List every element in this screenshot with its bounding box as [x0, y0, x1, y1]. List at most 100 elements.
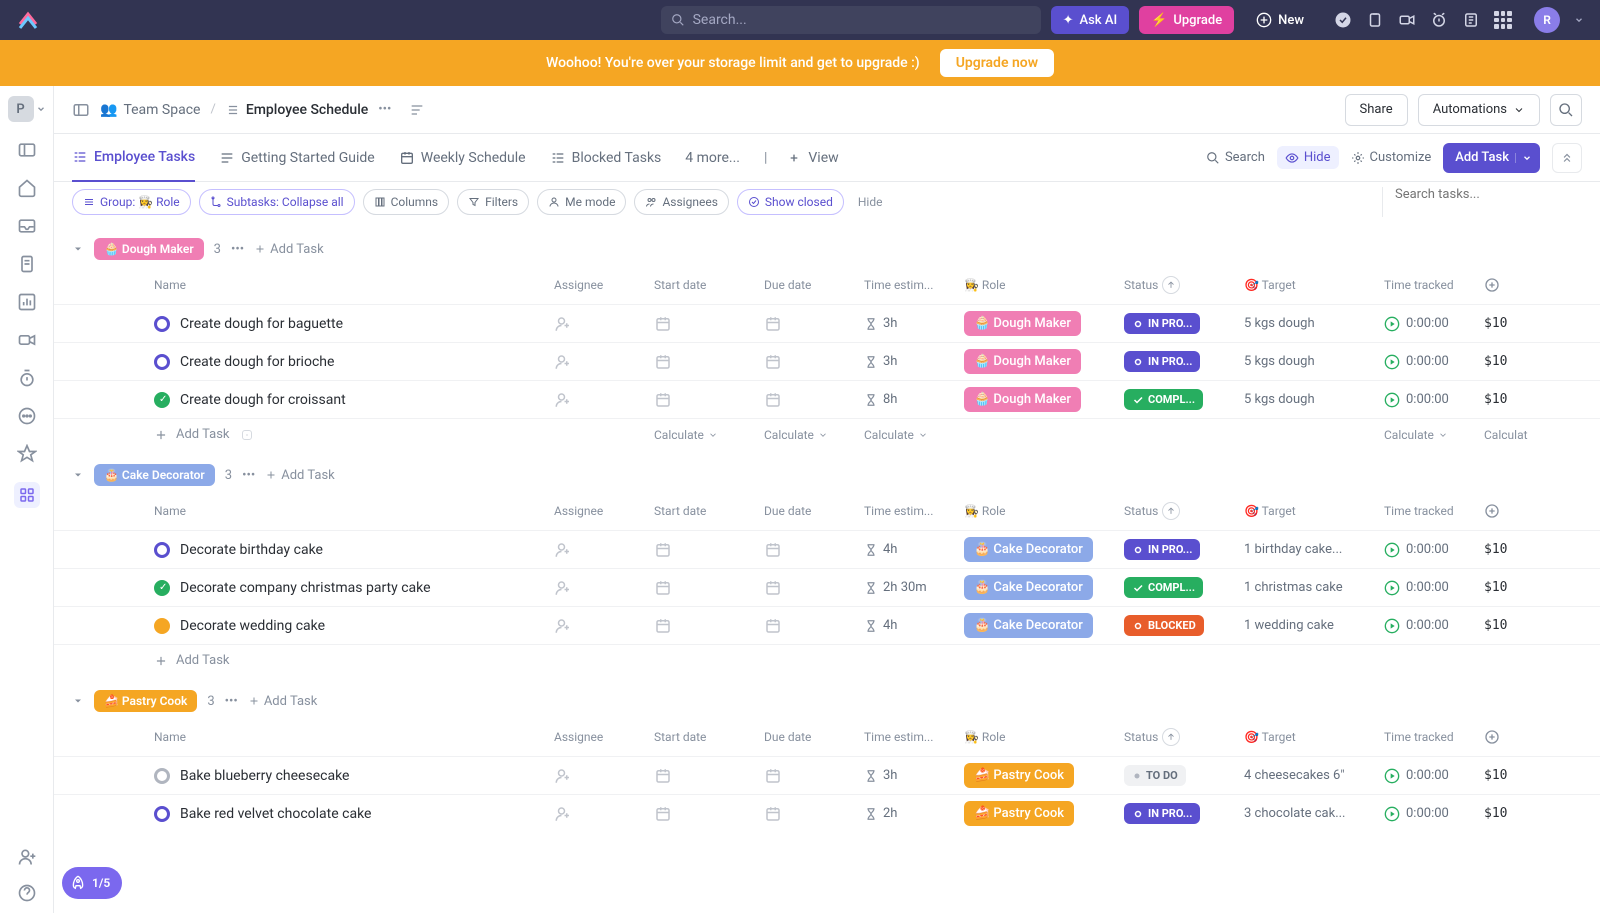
- global-search[interactable]: Search...: [661, 6, 1041, 34]
- start-date-cell[interactable]: [654, 391, 764, 409]
- sort-indicator-icon[interactable]: [1162, 276, 1180, 294]
- role-cell[interactable]: 🍰 Pastry Cook: [964, 763, 1124, 788]
- task-row[interactable]: Create dough for croissant8h🧁 Dough Make…: [54, 380, 1600, 418]
- column-header[interactable]: 👩‍🍳 Role: [964, 728, 1124, 746]
- status-pill[interactable]: IN PRO...: [1124, 313, 1200, 334]
- more-icon[interactable]: [17, 406, 37, 426]
- target-cell[interactable]: 1 wedding cake: [1244, 618, 1384, 633]
- workspace-switcher[interactable]: P: [8, 96, 46, 122]
- upgrade-button[interactable]: ⚡ Upgrade: [1139, 6, 1234, 34]
- start-date-cell[interactable]: [654, 579, 764, 597]
- add-column-button[interactable]: [1484, 728, 1544, 746]
- status-cell[interactable]: IN PRO...: [1124, 803, 1244, 824]
- task-row[interactable]: Bake blueberry cheesecake3h🍰 Pastry Cook…: [54, 756, 1600, 794]
- due-date-cell[interactable]: [764, 579, 864, 597]
- column-header[interactable]: Due date: [764, 502, 864, 520]
- cost-cell[interactable]: $10: [1484, 806, 1544, 821]
- user-avatar[interactable]: R: [1534, 7, 1560, 33]
- column-header[interactable]: Assignee: [554, 502, 654, 520]
- status-pill[interactable]: COMPL...: [1124, 389, 1203, 410]
- automations-button[interactable]: Automations: [1418, 94, 1540, 126]
- column-header[interactable]: Due date: [764, 728, 864, 746]
- video-icon[interactable]: [1398, 11, 1416, 29]
- cost-cell[interactable]: $10: [1484, 768, 1544, 783]
- time-tracked-cell[interactable]: 0:00:00: [1384, 392, 1484, 408]
- time-estimate-cell[interactable]: 4h: [864, 542, 964, 557]
- due-date-cell[interactable]: [764, 391, 864, 409]
- status-cell[interactable]: IN PRO...: [1124, 351, 1244, 372]
- role-cell[interactable]: 🎂 Cake Decorator: [964, 575, 1124, 600]
- calculate-cell[interactable]: Calculat: [1484, 428, 1544, 442]
- due-date-cell[interactable]: [764, 805, 864, 823]
- start-date-cell[interactable]: [654, 805, 764, 823]
- column-header[interactable]: Due date: [764, 276, 864, 294]
- banner-upgrade-button[interactable]: Upgrade now: [940, 49, 1054, 77]
- role-cell[interactable]: 🍰 Pastry Cook: [964, 801, 1124, 826]
- view-tab[interactable]: Employee Tasks: [72, 134, 195, 182]
- task-status-dot[interactable]: [154, 542, 170, 558]
- time-estimate-cell[interactable]: 2h: [864, 806, 964, 821]
- status-cell[interactable]: TO DO: [1124, 765, 1244, 786]
- home-icon[interactable]: [17, 178, 37, 198]
- alarm-icon[interactable]: [1430, 11, 1448, 29]
- group-add-task[interactable]: Add Task: [265, 468, 335, 483]
- new-button[interactable]: New: [1244, 6, 1316, 34]
- group-caret-icon[interactable]: [72, 243, 84, 255]
- hide-toggle[interactable]: Hide: [1277, 146, 1339, 169]
- time-estimate-cell[interactable]: 2h 30m: [864, 580, 964, 595]
- sidebar-toggle-icon[interactable]: [17, 140, 37, 160]
- collapse-all-icon[interactable]: [409, 102, 425, 118]
- column-header[interactable]: Time estim...: [864, 502, 964, 520]
- view-tab[interactable]: Blocked Tasks: [550, 134, 662, 182]
- column-header[interactable]: Status: [1124, 276, 1244, 294]
- ask-ai-button[interactable]: ✦ Ask AI: [1051, 6, 1130, 34]
- assignee-cell[interactable]: [554, 579, 654, 597]
- task-row[interactable]: Decorate company christmas party cake2h …: [54, 568, 1600, 606]
- group-badge[interactable]: 🎂 Cake Decorator: [94, 464, 215, 486]
- add-task-chevron-icon[interactable]: [1515, 153, 1532, 163]
- task-row[interactable]: Create dough for baguette3h🧁 Dough Maker…: [54, 304, 1600, 342]
- view-tab[interactable]: 4 more...: [685, 134, 740, 182]
- time-estimate-cell[interactable]: 8h: [864, 392, 964, 407]
- inbox-icon[interactable]: [17, 216, 37, 236]
- time-estimate-cell[interactable]: 3h: [864, 768, 964, 783]
- column-header[interactable]: Assignee: [554, 276, 654, 294]
- status-pill[interactable]: IN PRO...: [1124, 803, 1200, 824]
- due-date-cell[interactable]: [764, 767, 864, 785]
- collapse-sidebar-icon[interactable]: [72, 101, 90, 119]
- status-cell[interactable]: COMPL...: [1124, 389, 1244, 410]
- task-status-dot[interactable]: [154, 316, 170, 332]
- column-header[interactable]: Start date: [654, 728, 764, 746]
- apps-grid-icon[interactable]: [1494, 11, 1512, 29]
- add-task-button[interactable]: Add Task: [1443, 143, 1540, 173]
- column-header[interactable]: Status: [1124, 728, 1244, 746]
- column-header[interactable]: Assignee: [554, 728, 654, 746]
- cost-cell[interactable]: $10: [1484, 316, 1544, 331]
- docs-icon[interactable]: [17, 254, 37, 274]
- breadcrumb-more-icon[interactable]: •••: [378, 102, 391, 117]
- task-status-dot[interactable]: [154, 392, 170, 408]
- calculate-cell[interactable]: Calculate: [1384, 428, 1484, 442]
- view-tab[interactable]: Getting Started Guide: [219, 134, 375, 182]
- group-badge[interactable]: 🧁 Dough Maker: [94, 238, 204, 260]
- column-header[interactable]: Time tracked: [1384, 728, 1484, 746]
- due-date-cell[interactable]: [764, 353, 864, 371]
- onboarding-pill[interactable]: 1/5: [62, 867, 122, 899]
- column-header[interactable]: Start date: [654, 502, 764, 520]
- me-mode-chip[interactable]: Me mode: [537, 189, 626, 215]
- column-header[interactable]: 👩‍🍳 Role: [964, 502, 1124, 520]
- status-pill[interactable]: BLOCKED: [1124, 615, 1204, 636]
- role-cell[interactable]: 🧁 Dough Maker: [964, 349, 1124, 374]
- group-more-icon[interactable]: •••: [242, 468, 255, 483]
- share-button[interactable]: Share: [1345, 94, 1408, 126]
- cost-cell[interactable]: $10: [1484, 542, 1544, 557]
- group-add-task[interactable]: Add Task: [254, 242, 324, 257]
- column-header[interactable]: 👩‍🍳 Role: [964, 276, 1124, 294]
- task-row[interactable]: Decorate birthday cake4h🎂 Cake Decorator…: [54, 530, 1600, 568]
- target-cell[interactable]: 5 kgs dough: [1244, 392, 1384, 407]
- status-cell[interactable]: IN PRO...: [1124, 313, 1244, 334]
- column-header[interactable]: Name: [154, 502, 554, 520]
- cost-cell[interactable]: $10: [1484, 580, 1544, 595]
- assignee-cell[interactable]: [554, 353, 654, 371]
- sort-indicator-icon[interactable]: [1162, 728, 1180, 746]
